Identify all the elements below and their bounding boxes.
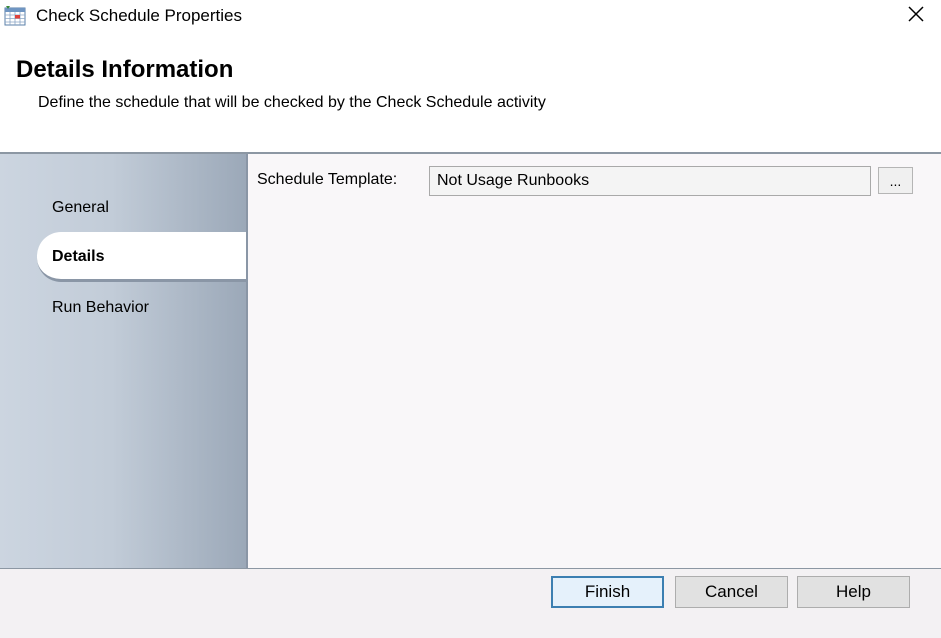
page-description: Define the schedule that will be checked… (38, 94, 546, 111)
page-header: Details Information Define the schedule … (0, 32, 941, 152)
sidebar-item-general[interactable]: General (0, 183, 247, 233)
close-button[interactable] (896, 0, 936, 32)
browse-button[interactable]: ... (878, 167, 913, 194)
close-icon (907, 5, 925, 28)
sidebar-item-run-behavior[interactable]: Run Behavior (0, 283, 247, 333)
cancel-button[interactable]: Cancel (675, 576, 788, 608)
calendar-icon (4, 5, 28, 27)
finish-button[interactable]: Finish (551, 576, 664, 608)
title-bar: Check Schedule Properties (0, 0, 941, 32)
sidebar-item-label: Run Behavior (52, 299, 149, 316)
window-title: Check Schedule Properties (36, 6, 243, 25)
sidebar-item-label: General (52, 199, 109, 216)
sidebar: General Details Run Behavior (0, 154, 248, 568)
schedule-template-label: Schedule Template: (257, 171, 398, 188)
details-panel: Schedule Template: Not Usage Runbooks ..… (248, 154, 941, 568)
dialog-footer: Finish Cancel Help (0, 569, 941, 638)
sidebar-item-details[interactable]: Details (37, 232, 248, 282)
help-button[interactable]: Help (797, 576, 910, 608)
schedule-template-field[interactable]: Not Usage Runbooks (429, 166, 871, 196)
sidebar-item-label: Details (52, 248, 105, 265)
page-title: Details Information (16, 56, 234, 83)
